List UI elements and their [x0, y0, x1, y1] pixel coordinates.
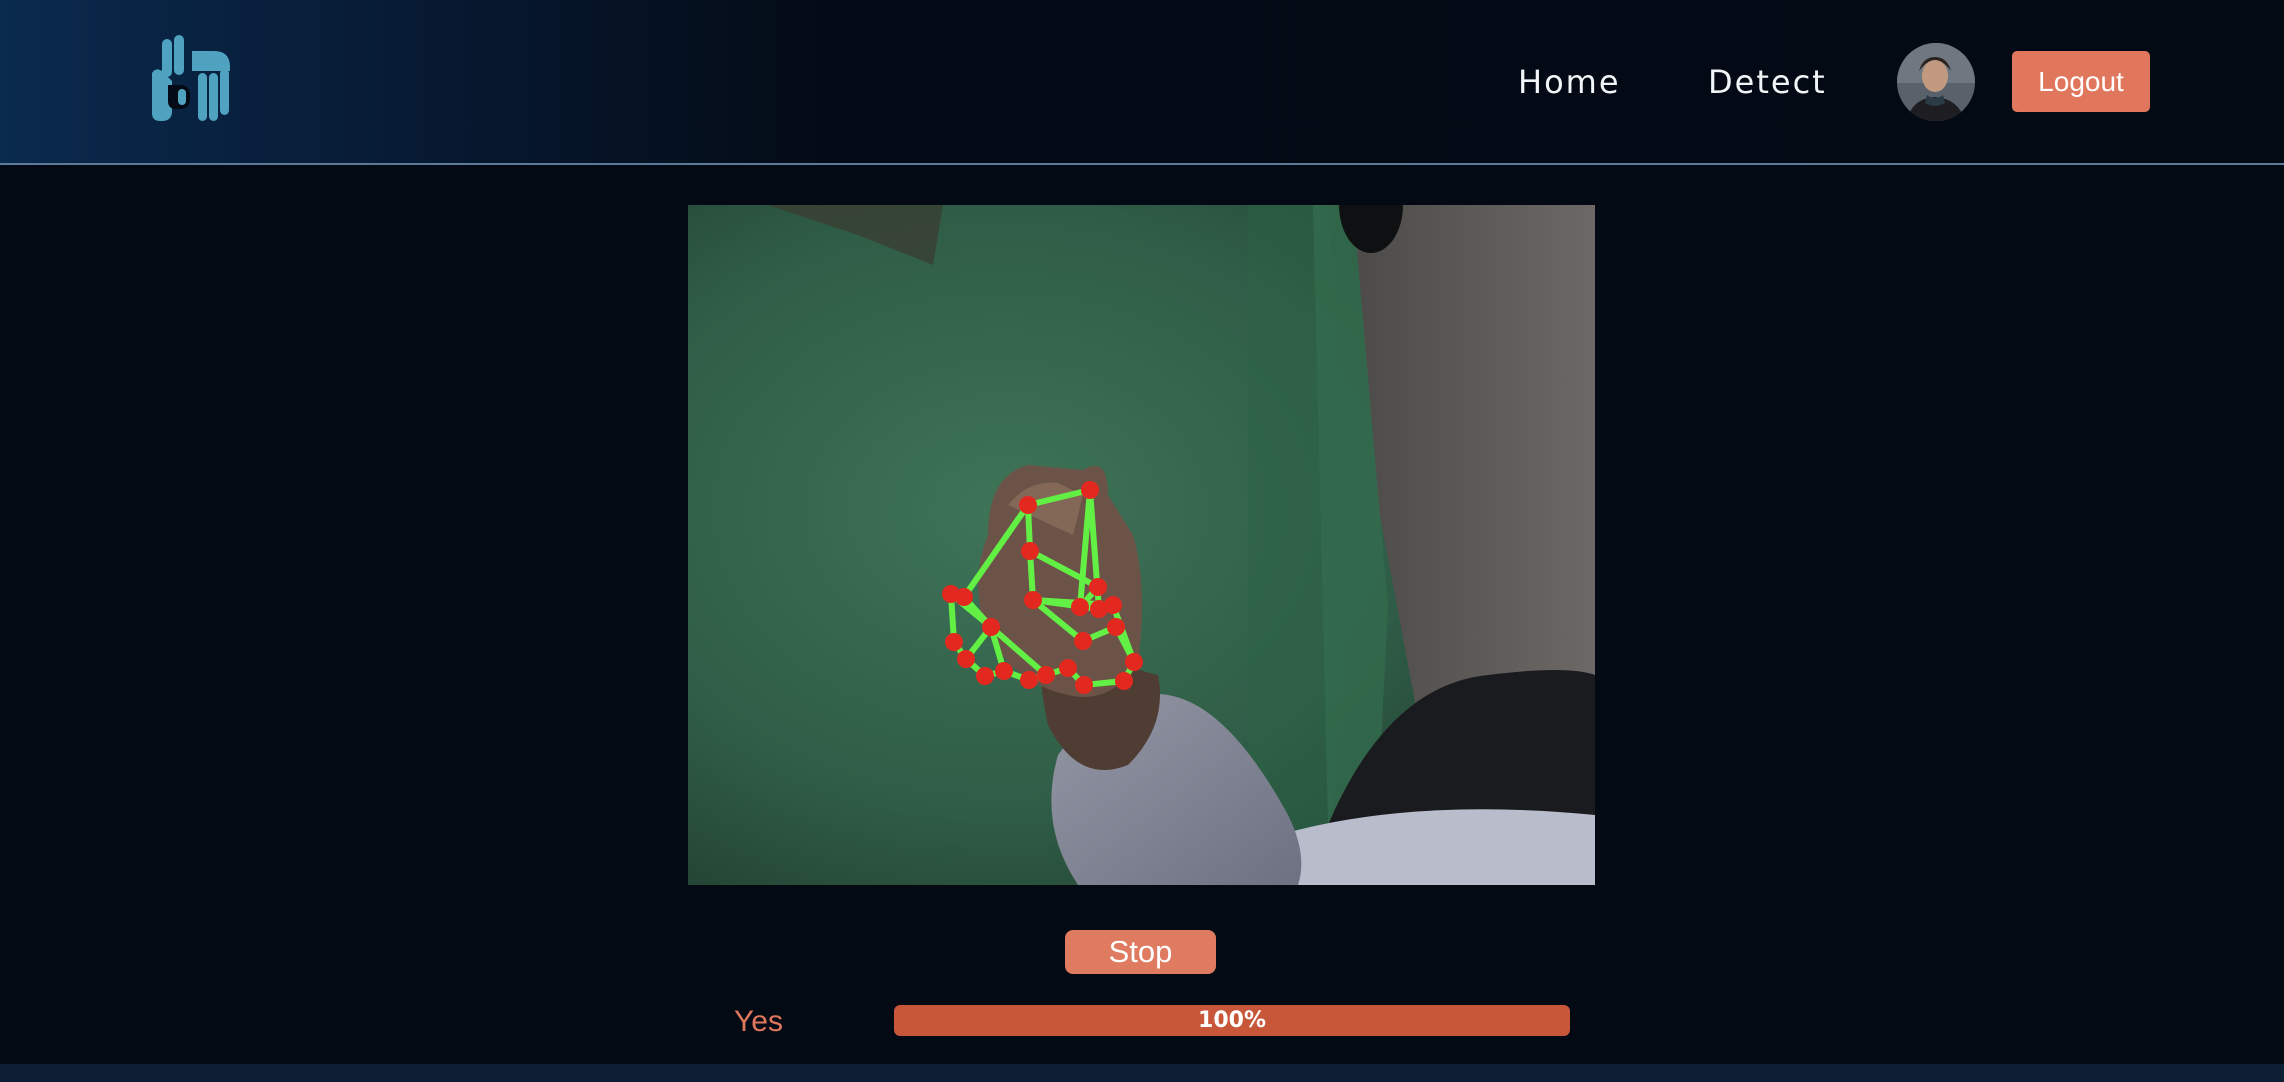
confidence-progress-fill: 100%: [894, 1005, 1570, 1036]
hand-landmark-4: [1074, 632, 1092, 650]
hand-landmark-5: [1107, 618, 1125, 636]
nav-detect-link[interactable]: Detect: [1708, 58, 1827, 106]
hand-landmark-22: [1021, 542, 1039, 560]
hand-landmark-9: [1059, 659, 1077, 677]
hand-landmarks-overlay: [942, 481, 1143, 694]
hand-landmark-17: [982, 618, 1000, 636]
hand-connection-5: [1027, 548, 1101, 590]
hand-landmark-1: [1019, 496, 1037, 514]
hand-landmark-19: [1071, 598, 1089, 616]
hand-landmark-15: [945, 633, 963, 651]
hand-landmark-6: [1125, 653, 1143, 671]
hand-landmark-7: [1115, 672, 1133, 690]
nav-home-link[interactable]: Home: [1518, 58, 1621, 106]
hand-connection-3: [1077, 487, 1093, 610]
hand-connection-1: [1025, 487, 1093, 508]
confidence-progress-bar: 100%: [894, 1005, 1570, 1036]
logout-button[interactable]: Logout: [2012, 51, 2150, 112]
user-avatar[interactable]: [1897, 43, 1975, 121]
hand-connection-0: [961, 502, 1031, 600]
detected-sign-label: Yes: [734, 1005, 783, 1038]
hand-landmark-20: [1089, 578, 1107, 596]
hands-logo-icon[interactable]: [148, 33, 240, 125]
hand-landmark-16: [942, 585, 960, 603]
hand-landmark-18: [1024, 591, 1042, 609]
hand-landmark-2: [1081, 481, 1099, 499]
confidence-percent: 100%: [1198, 1008, 1266, 1033]
hand-landmark-11: [1020, 671, 1038, 689]
hand-landmark-14: [957, 650, 975, 668]
hand-landmark-8: [1075, 676, 1093, 694]
hand-landmark-12: [995, 662, 1013, 680]
hand-landmark-21: [1104, 596, 1122, 614]
hand-landmark-10: [1037, 666, 1055, 684]
hand-landmark-13: [976, 667, 994, 685]
navbar: Home Detect Logout: [0, 0, 2284, 165]
footer-strip: [0, 1064, 2284, 1082]
stop-button[interactable]: Stop: [1065, 930, 1216, 974]
